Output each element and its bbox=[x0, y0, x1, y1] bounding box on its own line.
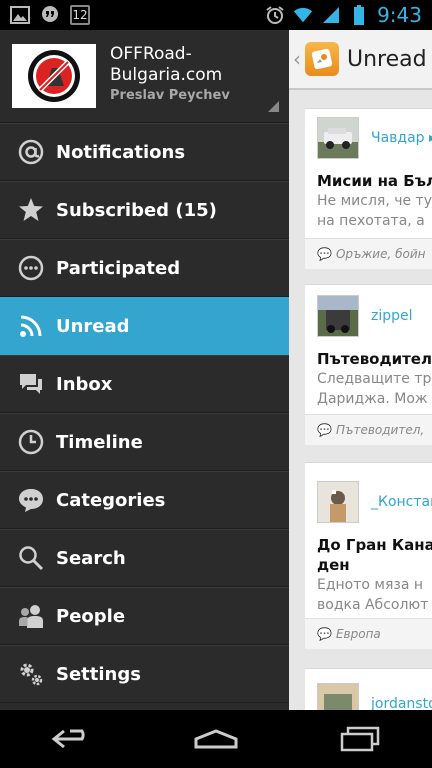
menu-label: Participated bbox=[56, 257, 181, 279]
menu-item-search[interactable]: Search bbox=[0, 529, 289, 587]
alarm-icon bbox=[265, 5, 285, 25]
home-icon bbox=[194, 729, 238, 749]
gallery-icon bbox=[10, 5, 30, 25]
card-author[interactable]: jordansto bbox=[371, 696, 432, 710]
menu-label: Timeline bbox=[56, 431, 143, 453]
at-icon bbox=[16, 137, 46, 167]
clock-time: 9:43 bbox=[377, 3, 422, 27]
menu-label: Subscribed (15) bbox=[56, 199, 217, 221]
account-user-name: Preslav Peychev bbox=[110, 88, 230, 103]
menu-label: Categories bbox=[56, 489, 166, 511]
card-category-label: Европа bbox=[335, 627, 381, 641]
menu-item-notifications[interactable]: Notifications bbox=[0, 123, 289, 181]
card-title: Пътеводител з bbox=[317, 350, 432, 368]
card-title-line2: ден bbox=[317, 556, 350, 574]
card-author[interactable]: zippel bbox=[371, 308, 413, 324]
status-bar: 12 9:43 bbox=[0, 0, 432, 30]
menu-label: Search bbox=[56, 547, 126, 569]
notification-count-icon: 12 bbox=[70, 5, 90, 25]
card-author[interactable]: _Констан bbox=[371, 494, 432, 510]
menu-item-categories[interactable]: Categories bbox=[0, 471, 289, 529]
clock-icon bbox=[16, 427, 46, 457]
rss-icon bbox=[16, 311, 46, 341]
avatar bbox=[317, 295, 359, 337]
account-header[interactable]: OFFRoad-Bulgaria.com Preslav Peychev bbox=[0, 30, 289, 123]
category-bubble-icon: 💬 bbox=[317, 247, 332, 261]
back-icon bbox=[51, 729, 85, 749]
card-snippet: на пехотата, а bbox=[317, 213, 425, 229]
card-snippet: водка Абсолют bbox=[317, 597, 429, 613]
menu-item-inbox[interactable]: Inbox bbox=[0, 355, 289, 413]
people-icon bbox=[16, 601, 46, 631]
star-icon bbox=[16, 195, 46, 225]
menu-item-subscribed[interactable]: Subscribed (15) bbox=[0, 181, 289, 239]
menu-label: Settings bbox=[56, 663, 141, 685]
wifi-icon bbox=[293, 5, 313, 25]
home-button[interactable] bbox=[181, 719, 251, 759]
card-snippet: Дариджа. Мож bbox=[317, 391, 428, 407]
card-author[interactable]: Чавдар ▸ ... bbox=[371, 130, 432, 146]
avatar bbox=[317, 117, 359, 159]
category-bubble-icon: 💬 bbox=[317, 627, 332, 641]
card-snippet: Следващите тр bbox=[317, 371, 432, 387]
system-nav-bar bbox=[0, 710, 432, 768]
menu-label: Notifications bbox=[56, 141, 186, 163]
card-snippet: Не мисля, че ту bbox=[317, 193, 432, 209]
avatar bbox=[317, 683, 359, 710]
signal-icon bbox=[321, 5, 341, 25]
menu-label: Unread bbox=[56, 315, 130, 337]
categories-icon bbox=[16, 485, 46, 515]
forum-logo bbox=[12, 44, 96, 108]
card-category: 💬 Пътеводител, bbox=[305, 414, 432, 445]
inbox-icon bbox=[16, 369, 46, 399]
avatar bbox=[317, 481, 359, 523]
topic-card[interactable]: Чавдар ▸ ... Мисии на Бълг Не мисля, че … bbox=[305, 108, 432, 269]
account-dropdown-icon[interactable] bbox=[268, 101, 279, 112]
card-snippet: Едното мяза н bbox=[317, 577, 424, 593]
card-title: Мисии на Бълг bbox=[317, 172, 432, 190]
card-category: 💬 Европа bbox=[305, 618, 432, 649]
menu-item-people[interactable]: People bbox=[0, 587, 289, 645]
card-category-label: Пътеводител, bbox=[335, 423, 425, 437]
hangouts-icon bbox=[40, 5, 60, 25]
recents-button[interactable] bbox=[325, 719, 395, 759]
account-site-name: OFFRoad-Bulgaria.com bbox=[110, 44, 223, 85]
gear-icon bbox=[16, 659, 46, 689]
drawer-caret-icon[interactable]: ‹ bbox=[293, 47, 301, 71]
topic-card[interactable]: jordansto bbox=[305, 668, 432, 710]
action-bar-title: Unread bbox=[347, 46, 427, 72]
menu-item-timeline[interactable]: Timeline bbox=[0, 413, 289, 471]
menu-label: People bbox=[56, 605, 126, 627]
menu-item-unread[interactable]: Unread bbox=[0, 297, 289, 355]
main-content: ‹ Unread Чавдар ▸ ... Мисии на Бълг Не м… bbox=[289, 30, 432, 710]
search-icon bbox=[16, 543, 46, 573]
topic-card[interactable]: _Констан До Гран Канар ден Едното мяза н… bbox=[305, 462, 432, 649]
recents-icon bbox=[340, 726, 380, 752]
card-category: 💬 Оръжие, бойн bbox=[305, 238, 432, 269]
card-category-label: Оръжие, бойн bbox=[335, 247, 426, 261]
chat-bubble-icon bbox=[16, 253, 46, 283]
battery-icon bbox=[349, 5, 369, 25]
menu-item-settings[interactable]: Settings bbox=[0, 645, 289, 703]
category-bubble-icon: 💬 bbox=[317, 423, 332, 437]
menu-label: Inbox bbox=[56, 373, 113, 395]
navigation-drawer: OFFRoad-Bulgaria.com Preslav Peychev Not… bbox=[0, 30, 289, 710]
app-icon[interactable] bbox=[305, 42, 339, 76]
topic-card[interactable]: zippel Пътеводител з Следващите тр Дарид… bbox=[305, 284, 432, 445]
action-bar: ‹ Unread bbox=[289, 30, 432, 90]
back-button[interactable] bbox=[37, 719, 107, 759]
card-title: До Гран Канар bbox=[317, 536, 432, 554]
menu-item-participated[interactable]: Participated bbox=[0, 239, 289, 297]
